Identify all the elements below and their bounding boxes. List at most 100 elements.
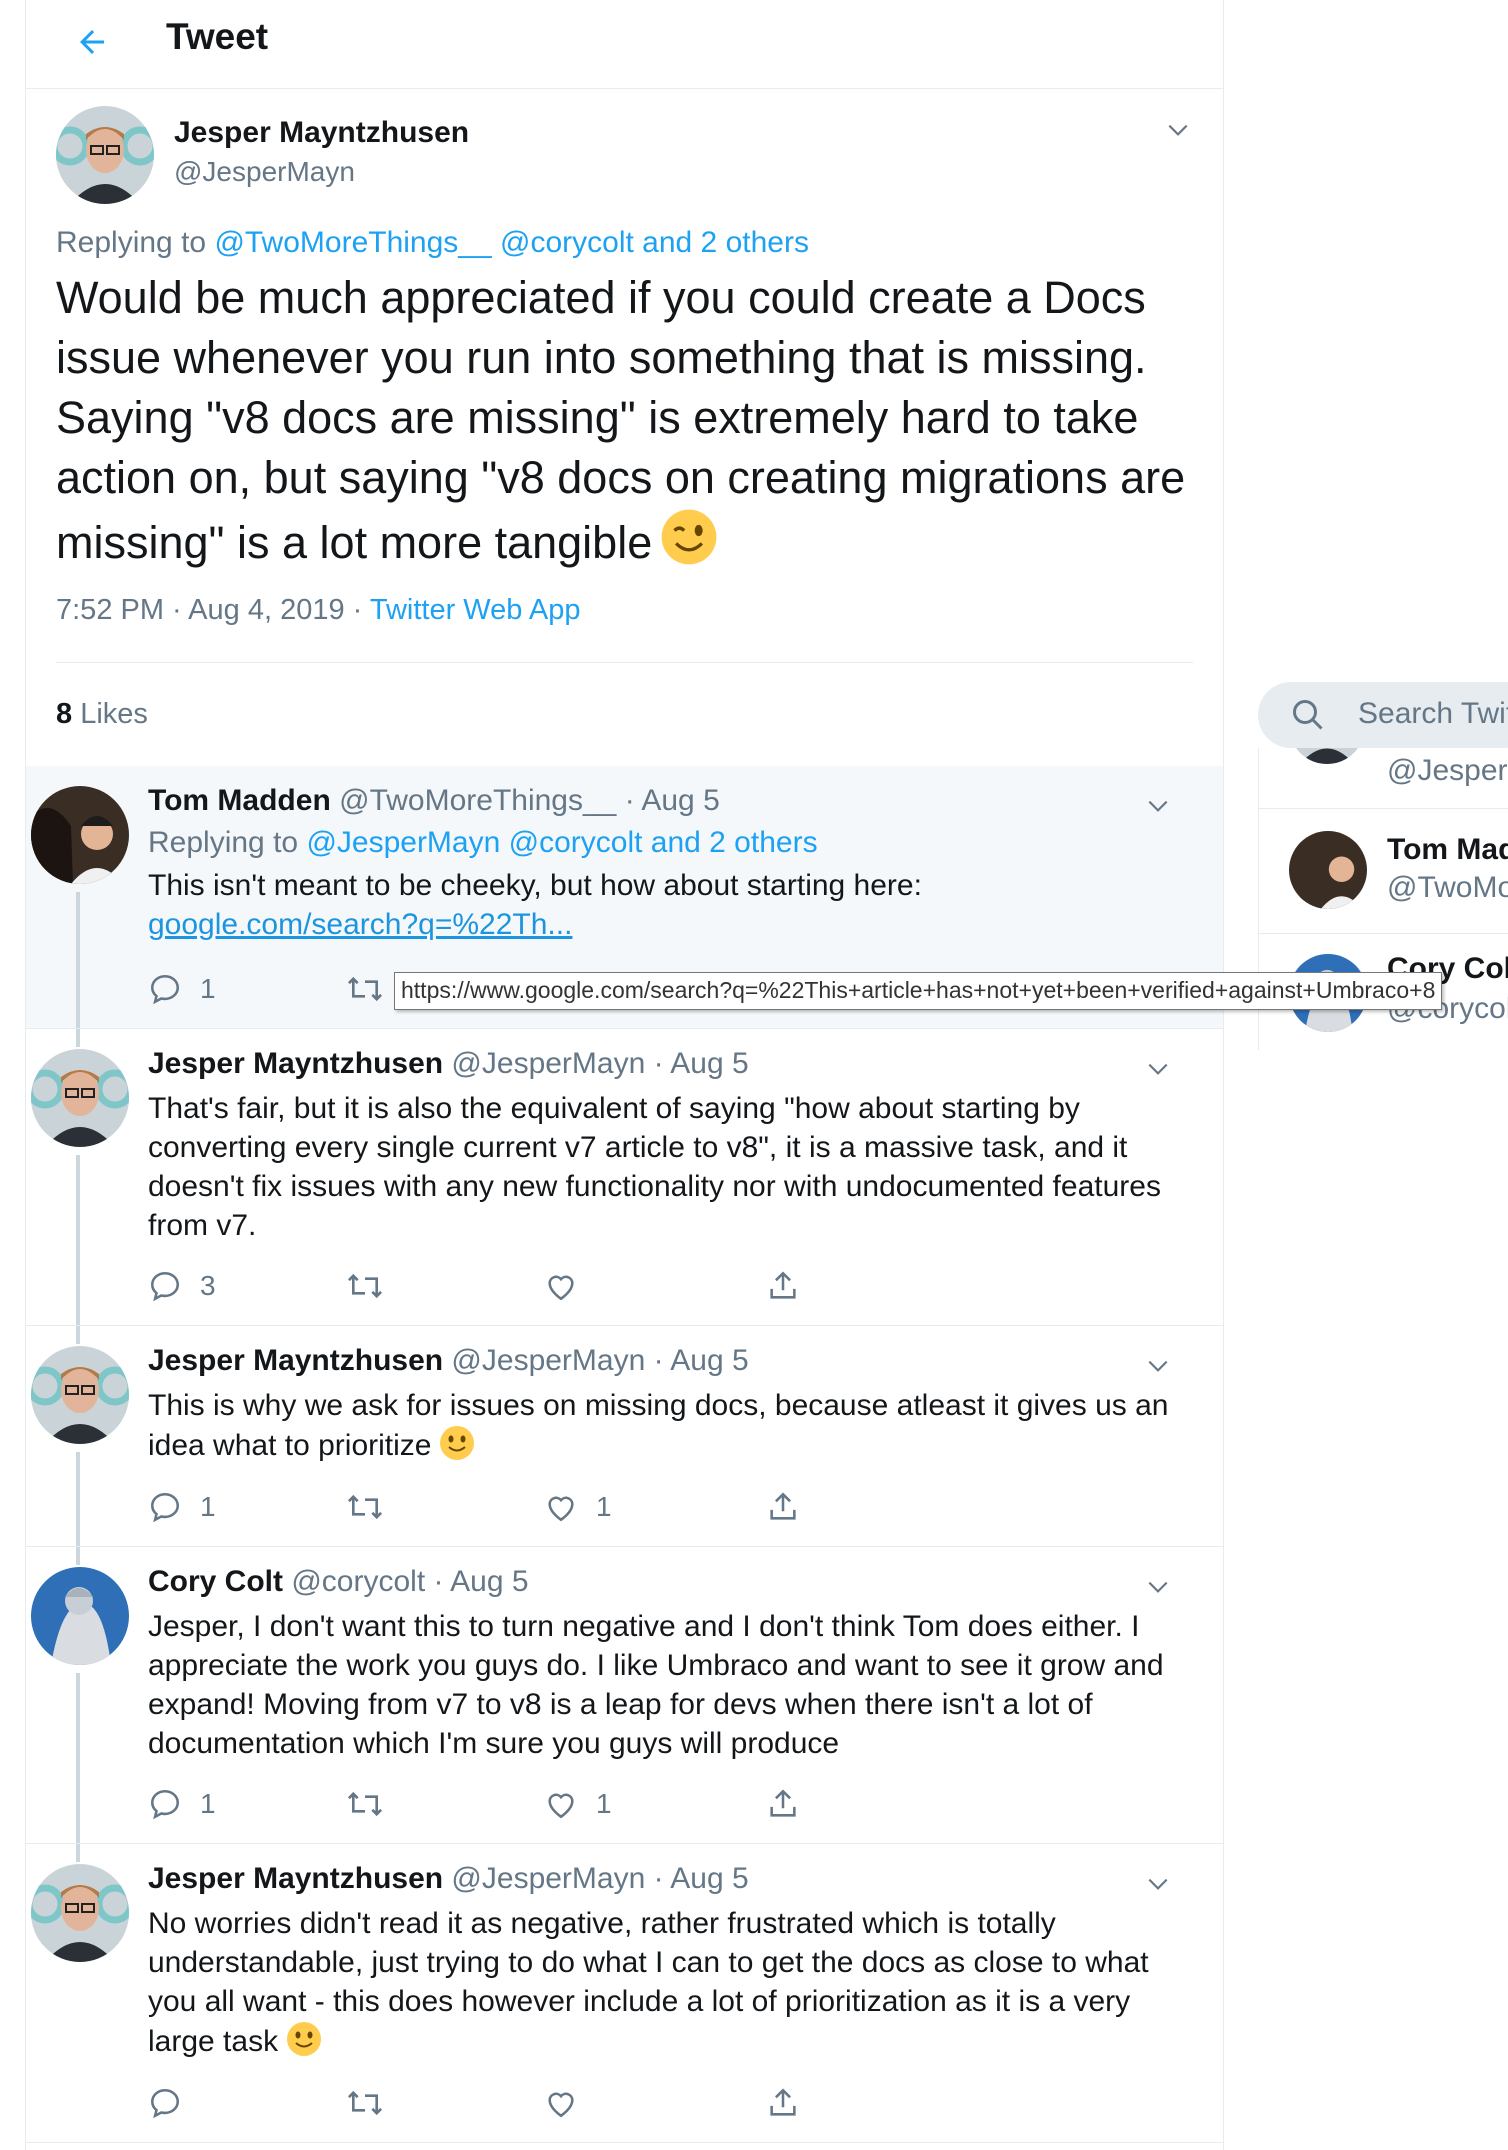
reply-action[interactable]: 1	[148, 1787, 216, 1821]
reply-link[interactable]: google.com/search?q=%22Th...	[148, 908, 572, 941]
share-action[interactable]	[766, 2086, 800, 2120]
replying-to: Replying to @JesperMayn @corycolt and 2 …	[148, 826, 818, 860]
retweet-action[interactable]	[346, 1787, 384, 1821]
reply-tweet[interactable]: Jesper Mayntzhusen @JesperMayn · Aug 5 T…	[26, 1029, 1223, 1326]
search-icon	[1293, 700, 1323, 730]
heart-icon	[548, 1275, 574, 1301]
heart-icon	[548, 1496, 574, 1522]
page-title: Tweet	[166, 16, 269, 57]
reply-action[interactable]: 3	[148, 1269, 216, 1303]
retweet-action[interactable]	[346, 1490, 384, 1524]
tweet-text-body: Would be much appreciated if you could c…	[56, 272, 1186, 568]
share-icon	[770, 2088, 796, 2116]
search-input[interactable]: Search Twitter	[1258, 682, 1508, 748]
like-action[interactable]	[544, 2086, 596, 2120]
reply-tweet[interactable]: Jesper Mayntzhusen @JesperMayn · Aug 5 T…	[26, 1326, 1223, 1547]
reply-header: Cory Colt @corycolt · Aug 5	[148, 1565, 529, 1599]
avatar-jesper[interactable]	[56, 106, 154, 204]
reply-action[interactable]: 1	[148, 1490, 216, 1524]
reply-menu-button[interactable]	[1138, 1864, 1178, 1904]
share-action[interactable]	[766, 1787, 800, 1821]
sidebar-user-handle: @JesperMayn	[1387, 754, 1508, 787]
share-action[interactable]	[766, 1269, 800, 1303]
reply-author-name[interactable]: Jesper Mayntzhusen	[148, 1344, 443, 1377]
reply-count: 1	[200, 1788, 216, 1819]
tweet-source-link[interactable]: Twitter Web App	[370, 594, 581, 626]
reply-menu-button[interactable]	[1138, 1567, 1178, 1607]
tweet-text: Would be much appreciated if you could c…	[56, 268, 1216, 581]
reply-text: Jesper, I don't want this to turn negati…	[148, 1610, 1164, 1760]
slightly-smiling-face-icon	[286, 2021, 322, 2067]
thread-line	[76, 1452, 80, 1546]
reply-meta[interactable]: @corycolt · Aug 5	[283, 1565, 528, 1598]
reply-menu-button[interactable]	[1138, 1049, 1178, 1089]
like-action[interactable]: 1	[544, 1787, 612, 1821]
like-action[interactable]: 1	[544, 1490, 612, 1524]
avatar-jesper[interactable]	[31, 1864, 129, 1962]
thread-line	[76, 1155, 80, 1325]
sidebar-user-name: Tom Madden	[1387, 833, 1508, 866]
replying-mentions-link[interactable]: @JesperMayn @corycolt and 2 others	[306, 826, 817, 859]
reply-author-name[interactable]: Jesper Mayntzhusen	[148, 1047, 443, 1080]
reply-meta[interactable]: @JesperMayn · Aug 5	[443, 1862, 748, 1895]
tweet-menu-button[interactable]	[1158, 110, 1198, 150]
retweet-icon	[347, 2090, 383, 2116]
retweet-icon	[347, 1791, 383, 1817]
sidebar-user-row[interactable]: @JesperMayn	[1259, 748, 1508, 809]
author-handle[interactable]: @JesperMayn	[174, 156, 355, 188]
reply-link-row: google.com/search?q=%22Th...	[148, 905, 1188, 944]
retweet-action[interactable]	[346, 1269, 384, 1303]
main-column: Tweet Jesper Mayntzhusen @JesperMayn Rep…	[25, 0, 1224, 2150]
chevron-down-icon	[1148, 1063, 1168, 1075]
retweet-action[interactable]	[346, 972, 384, 1006]
share-icon	[770, 1789, 796, 1817]
reply-author-name[interactable]: Cory Colt	[148, 1565, 283, 1598]
reply-tweet[interactable]: Jesper Mayntzhusen @JesperMayn · Aug 5 N…	[26, 1844, 1223, 2143]
sidebar-user-handle: @TwoMoreThings__	[1387, 871, 1508, 904]
reply-menu-button[interactable]	[1138, 1346, 1178, 1386]
reply-tweet[interactable]: Cory Colt @corycolt · Aug 5 Jesper, I do…	[26, 1547, 1223, 1844]
avatar-jesper[interactable]	[31, 1346, 129, 1444]
replying-prefix: Replying to	[148, 826, 307, 859]
reply-header: Jesper Mayntzhusen @JesperMayn · Aug 5	[148, 1344, 749, 1378]
share-icon	[770, 1492, 796, 1520]
reply-meta[interactable]: @JesperMayn · Aug 5	[443, 1344, 748, 1377]
reply-header: Tom Madden @TwoMoreThings__ · Aug 5	[148, 784, 720, 818]
heart-icon	[548, 1793, 574, 1819]
avatar-jesper[interactable]	[31, 1049, 129, 1147]
reply-count: 1	[200, 1491, 216, 1522]
share-action[interactable]	[766, 1490, 800, 1524]
likes-count[interactable]: 8 Likes	[56, 698, 148, 731]
replying-mentions-link[interactable]: @TwoMoreThings__ @corycolt and 2 others	[214, 226, 809, 259]
share-icon	[770, 1271, 796, 1299]
reply-meta[interactable]: @TwoMoreThings__ · Aug 5	[331, 784, 720, 817]
reply-action[interactable]	[148, 2086, 200, 2120]
link-tooltip: https://www.google.com/search?q=%22This+…	[394, 972, 1443, 1010]
sidebar-user-row[interactable]: Tom Madden @TwoMoreThings__	[1259, 809, 1508, 934]
avatar-tom[interactable]	[31, 786, 129, 884]
tweet-time[interactable]: 7:52 PM · Aug 4, 2019 ·	[56, 594, 370, 626]
tweet-meta: 7:52 PM · Aug 4, 2019 · Twitter Web App	[56, 594, 580, 627]
thread-line	[76, 892, 80, 1028]
replying-prefix: Replying to	[56, 226, 215, 259]
avatar-tom[interactable]	[1289, 831, 1367, 909]
reply-menu-button[interactable]	[1138, 786, 1178, 826]
avatar-jesper[interactable]	[1289, 748, 1365, 764]
thread-line	[76, 1029, 80, 1047]
divider	[56, 662, 1193, 663]
reply-header: Jesper Mayntzhusen @JesperMayn · Aug 5	[148, 1047, 749, 1081]
like-action[interactable]	[544, 1269, 596, 1303]
reply-author-name[interactable]: Jesper Mayntzhusen	[148, 1862, 443, 1895]
retweet-action[interactable]	[346, 2086, 384, 2120]
comment-icon	[150, 1271, 180, 1302]
avatar-cory[interactable]	[31, 1567, 129, 1665]
reply-header: Jesper Mayntzhusen @JesperMayn · Aug 5	[148, 1862, 749, 1896]
reply-action[interactable]: 1	[148, 972, 216, 1006]
reply-meta[interactable]: @JesperMayn · Aug 5	[443, 1047, 748, 1080]
like-count: 1	[596, 1788, 612, 1819]
reply-text-body: This is why we ask for issues on missing…	[148, 1389, 1169, 1462]
author-name[interactable]: Jesper Mayntzhusen	[174, 116, 469, 150]
reply-author-name[interactable]: Tom Madden	[148, 784, 331, 817]
chevron-down-icon	[1148, 1360, 1168, 1372]
back-button[interactable]	[66, 16, 118, 68]
